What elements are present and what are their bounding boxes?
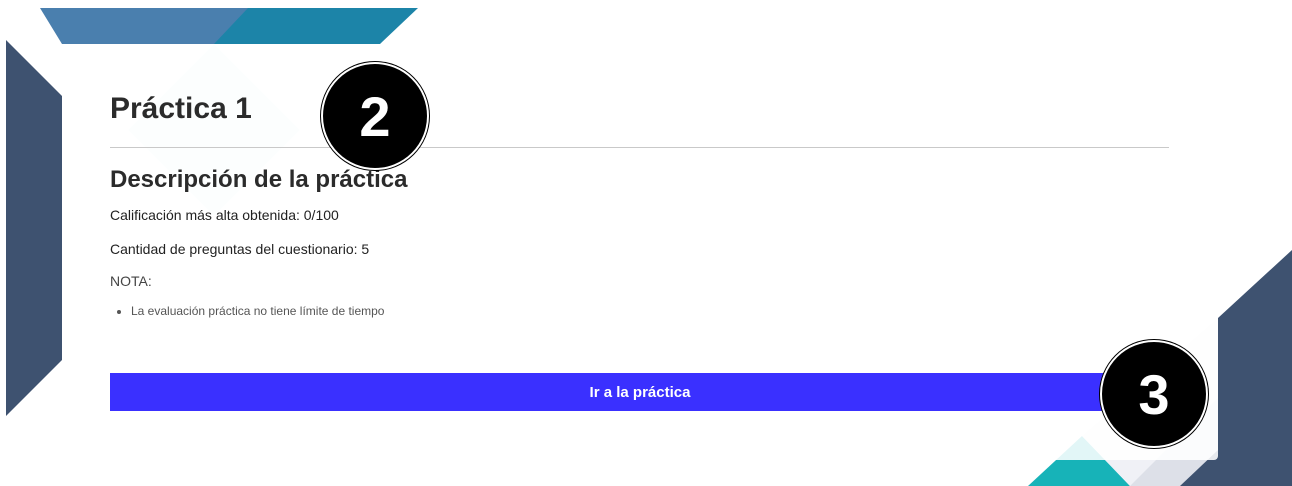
- note-label: NOTA:: [110, 273, 152, 289]
- divider: [110, 147, 1169, 148]
- annotation-marker-3: 3: [1100, 340, 1208, 448]
- question-count-text: Cantidad de preguntas del cuestionario: …: [110, 241, 370, 257]
- note-list: La evaluación práctica no tiene límite d…: [110, 304, 384, 318]
- highest-score-text: Calificación más alta obtenida: 0/100: [110, 207, 339, 223]
- page-title: Práctica 1: [110, 92, 252, 125]
- go-to-practice-button[interactable]: Ir a la práctica: [110, 373, 1170, 411]
- bg-shape-navy-left: [6, 40, 62, 416]
- bg-shape-teal: [214, 8, 418, 44]
- description-heading: Descripción de la práctica: [110, 166, 408, 193]
- annotation-marker-2: 2: [321, 62, 429, 170]
- note-item: La evaluación práctica no tiene límite d…: [131, 304, 384, 318]
